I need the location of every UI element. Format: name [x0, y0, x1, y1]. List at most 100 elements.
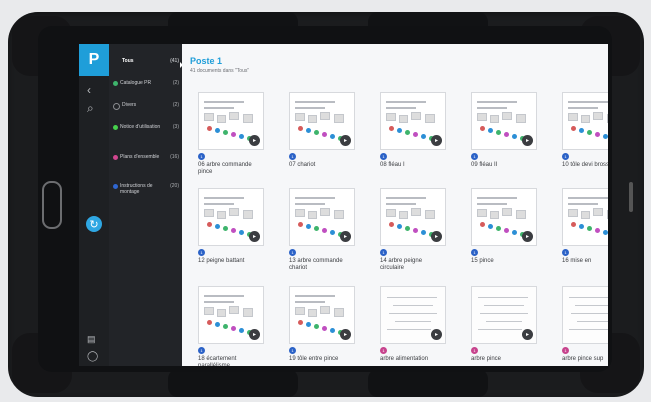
thumb-sketch-line: [571, 313, 608, 314]
user-icon[interactable]: ◯: [87, 351, 98, 362]
document-thumbnail[interactable]: ▸: [471, 92, 537, 150]
thumb-photo: [204, 209, 214, 217]
thumb-step-marker: [322, 228, 327, 233]
thumb-step-marker: [496, 130, 501, 135]
nav-item-label: Notice d'utilisation: [120, 124, 161, 130]
version-badge: 1: [471, 347, 478, 354]
document-thumbnail[interactable]: ▸: [198, 286, 264, 344]
open-document-icon[interactable]: ▸: [522, 135, 533, 146]
thumb-step-marker: [579, 128, 584, 133]
document-thumbnail[interactable]: ▸: [289, 286, 355, 344]
thumb-sketch-line: [484, 305, 524, 306]
thumb-step-marker: [314, 324, 319, 329]
open-document-icon[interactable]: ▸: [249, 231, 260, 242]
document-thumbnail[interactable]: ▸: [380, 188, 446, 246]
thumb-step-marker: [322, 326, 327, 331]
document-card[interactable]: ▸ 1 arbre pince: [471, 286, 537, 363]
thumb-step-marker: [587, 130, 592, 135]
thumb-step-marker: [571, 222, 576, 227]
category-dot-icon: [113, 184, 118, 189]
open-document-icon[interactable]: ▸: [340, 135, 351, 146]
document-card[interactable]: ▸ 1 19 tôle entre pince: [289, 286, 355, 363]
document-thumbnail[interactable]: ▸: [471, 286, 537, 344]
document-card[interactable]: ▸ 1 10 tôle devi brosse: [562, 92, 608, 169]
version-badge: 1: [471, 249, 478, 256]
document-title: 07 chariot: [289, 162, 316, 168]
thumb-line: [204, 301, 234, 303]
document-card[interactable]: ▸ 1 06 arbre commande pince: [198, 92, 264, 176]
thumb-photo: [308, 309, 317, 317]
open-document-icon[interactable]: ▸: [340, 231, 351, 242]
document-card[interactable]: ▸ 1 09 fléau II: [471, 92, 537, 169]
id-card-icon[interactable]: ▤: [87, 334, 96, 345]
thumb-line: [295, 197, 335, 199]
document-card[interactable]: ▸ 1 12 peigne battant: [198, 188, 264, 265]
document-title: 14 arbre peigne circulaire: [380, 258, 423, 271]
document-thumbnail[interactable]: ▸: [198, 188, 264, 246]
document-title: 18 écartement parallélisme: [198, 356, 237, 366]
document-thumbnail[interactable]: ▸: [289, 92, 355, 150]
thumb-photo: [593, 208, 603, 216]
thumb-photo: [425, 210, 435, 219]
thumb-step-marker: [389, 222, 394, 227]
side-key[interactable]: [629, 182, 633, 212]
document-title: 12 peigne battant: [198, 258, 245, 264]
nav-item[interactable]: Divers (2): [113, 102, 179, 110]
nav-item[interactable]: Catalogue PR (2): [113, 80, 179, 86]
document-thumbnail[interactable]: ▸: [471, 188, 537, 246]
document-card[interactable]: ▸ 1 13 arbre commande chariot: [289, 188, 355, 272]
document-card[interactable]: ▸ 1 18 écartement parallélisme: [198, 286, 264, 366]
open-document-icon[interactable]: ▸: [249, 135, 260, 146]
thumb-sketch-line: [395, 321, 431, 322]
app-logo[interactable]: P: [79, 44, 109, 76]
thumb-step-marker: [231, 326, 236, 331]
thumb-step-marker: [587, 226, 592, 231]
document-card[interactable]: ▸ 1 15 pince: [471, 188, 537, 265]
thumb-photo: [581, 211, 590, 219]
thumb-sketch-line: [569, 329, 608, 330]
thumb-step-marker: [215, 128, 220, 133]
thumb-line: [295, 107, 325, 109]
version-badge: 1: [562, 347, 569, 354]
document-card[interactable]: ▸ 1 16 mise en: [562, 188, 608, 265]
search-icon[interactable]: ⌕: [87, 101, 94, 116]
nav-item[interactable]: Instructions de montage (20): [113, 183, 179, 195]
thumb-step-marker: [397, 128, 402, 133]
thumb-photo: [502, 208, 512, 216]
thumb-line: [295, 203, 325, 205]
open-document-icon[interactable]: ▸: [522, 231, 533, 242]
open-document-icon[interactable]: ▸: [522, 329, 533, 340]
open-document-icon[interactable]: ▸: [249, 329, 260, 340]
thumb-step-marker: [239, 134, 244, 139]
document-card[interactable]: ▸ 1 07 chariot: [289, 92, 355, 169]
document-thumbnail[interactable]: ▸: [380, 286, 446, 344]
chevron-left-icon[interactable]: ‹: [87, 83, 91, 97]
nav-item[interactable]: Notice d'utilisation (3): [113, 124, 179, 130]
document-thumbnail[interactable]: ▸: [562, 286, 608, 344]
thumb-line: [204, 203, 234, 205]
open-document-icon[interactable]: ▸: [431, 231, 442, 242]
document-card[interactable]: ▸ 1 08 fléau I: [380, 92, 446, 169]
document-thumbnail[interactable]: ▸: [289, 188, 355, 246]
document-card[interactable]: ▸ 1 14 arbre peigne circulaire: [380, 188, 446, 272]
nav-item-label: Tous: [122, 58, 134, 64]
nav-item[interactable]: Tous (41): [113, 58, 179, 64]
thumb-photo: [217, 115, 226, 123]
open-document-icon[interactable]: ▸: [431, 135, 442, 146]
version-badge: 1: [198, 249, 205, 256]
document-thumbnail[interactable]: ▸: [198, 92, 264, 150]
document-thumbnail[interactable]: ▸: [562, 188, 608, 246]
document-thumbnail[interactable]: ▸: [562, 92, 608, 150]
home-button[interactable]: [42, 181, 62, 229]
open-document-icon[interactable]: ▸: [431, 329, 442, 340]
nav-item[interactable]: Plans d'ensemble (16): [113, 154, 179, 160]
document-thumbnail[interactable]: ▸: [380, 92, 446, 150]
open-document-icon[interactable]: ▸: [340, 329, 351, 340]
thumb-line: [477, 197, 517, 199]
thumb-step-marker: [298, 222, 303, 227]
thumb-step-marker: [488, 224, 493, 229]
document-card[interactable]: ▸ 1 arbre pince sup: [562, 286, 608, 363]
sync-icon[interactable]: ↻: [86, 216, 102, 232]
document-card[interactable]: ▸ 1 arbre alimentation: [380, 286, 446, 363]
thumb-step-marker: [512, 134, 517, 139]
